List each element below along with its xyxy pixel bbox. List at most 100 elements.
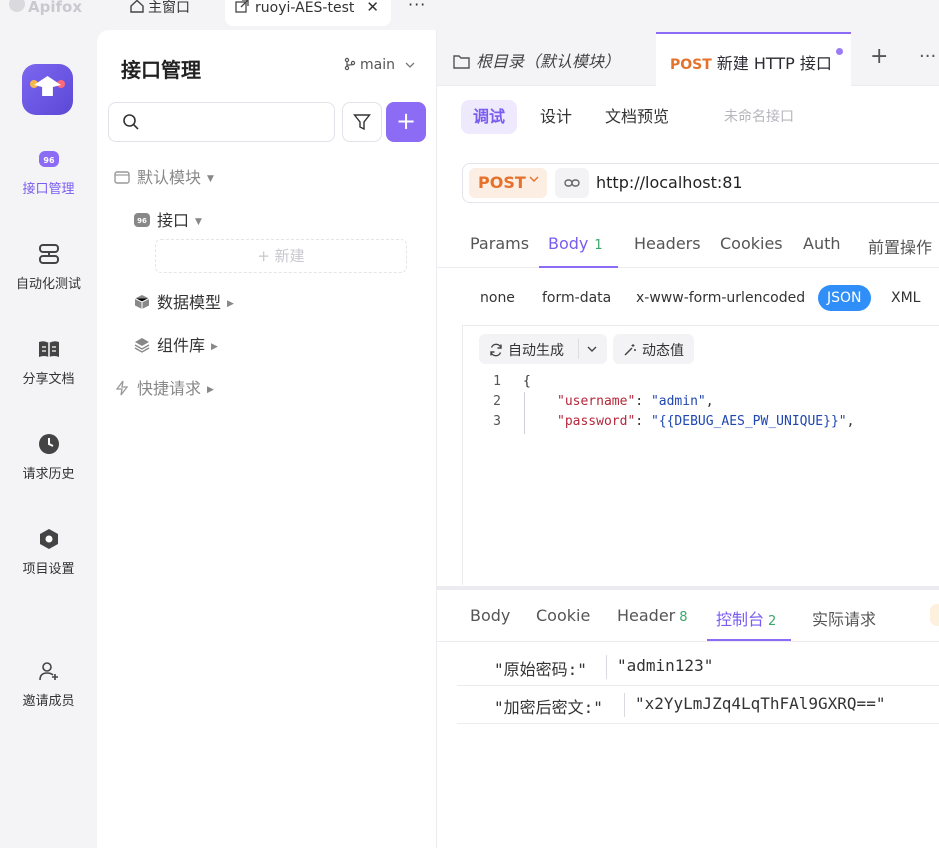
tab-new-http-api[interactable]: POST 新建 HTTP 接口 (656, 32, 851, 87)
home-tab[interactable]: 主窗口 (130, 0, 190, 17)
tab-response-header[interactable]: Header 8 (617, 606, 688, 625)
tab-params[interactable]: Params (470, 234, 529, 253)
tab-debug[interactable]: 调试 (461, 100, 518, 134)
add-user-icon (38, 662, 58, 681)
rail-item-project-settings[interactable]: 项目设置 (0, 528, 97, 577)
chevron-down-icon (587, 346, 597, 352)
apifox-logo (9, 0, 25, 12)
tab-headers[interactable]: Headers (634, 234, 701, 253)
json-key: "username" (557, 394, 636, 409)
body-type-json[interactable]: JSON (818, 285, 871, 311)
filter-button[interactable] (342, 102, 382, 142)
branch-selector[interactable]: main (344, 57, 415, 73)
overflow-indicator[interactable] (930, 604, 939, 626)
rail-item-invite[interactable]: 邀请成员 (0, 660, 97, 709)
nav-rail: 96 接口管理 自动化测试 分享文档 请求历史 项目设置 邀请成员 (0, 30, 97, 848)
body-type-xml[interactable]: XML (891, 290, 920, 306)
code-line: "username": "admin", (557, 394, 714, 409)
search-icon (123, 114, 139, 130)
auto-generate-button[interactable]: 自动生成 (479, 334, 607, 364)
tab-cookies[interactable]: Cookies (720, 234, 783, 253)
tab-body-label: Body (548, 234, 589, 253)
home-icon (130, 0, 144, 13)
refresh-icon (490, 343, 502, 357)
console-key: "加密后密文:" (494, 698, 603, 717)
link-icon[interactable] (555, 168, 589, 198)
indent-guide (524, 392, 525, 434)
close-icon[interactable]: ✕ (366, 0, 379, 16)
svg-text:96: 96 (137, 217, 147, 225)
branch-name: main (360, 57, 395, 73)
api-icon: 96 (38, 151, 59, 167)
tab-title: 新建 HTTP 接口 (716, 54, 832, 73)
tab-console[interactable]: 控制台 2 (716, 606, 776, 630)
url-bar: POST http://localhost:81 (462, 163, 939, 203)
tree-item-components[interactable]: 组件库 ▶ (134, 332, 218, 356)
svg-text:96: 96 (43, 156, 55, 165)
search-input[interactable] (108, 102, 335, 142)
api-name-field[interactable]: 未命名接口 (724, 100, 794, 134)
column-separator (624, 693, 625, 717)
tab-auth[interactable]: Auth (803, 234, 841, 253)
rail-item-share-docs[interactable]: 分享文档 (0, 338, 97, 387)
cube-icon (134, 295, 150, 309)
tab-response-body[interactable]: Body (470, 606, 510, 625)
tab-root[interactable]: 根目录（默认模块） (453, 48, 620, 72)
json-colon: : (635, 394, 651, 409)
tab-body[interactable]: Body 1 (548, 234, 603, 253)
rail-item-label: 请求历史 (22, 467, 75, 482)
magic-wand-icon (624, 344, 636, 356)
project-tab[interactable]: ruoyi-AES-test ✕ (225, 0, 391, 26)
method-select[interactable]: POST (469, 168, 547, 198)
add-button[interactable]: + (386, 102, 426, 142)
new-tab-button[interactable]: + (870, 44, 888, 69)
json-value: "admin" (650, 394, 706, 409)
chevron-down-icon (529, 176, 539, 182)
json-key: "password" (557, 414, 636, 429)
more-icon[interactable]: ··· (919, 46, 936, 67)
json-editor[interactable]: 自动生成 动态值 1 2 3 { "username": "admin", "p… (462, 325, 939, 585)
lightning-icon (115, 380, 129, 396)
tree-label: 数据模型 (157, 293, 222, 312)
external-link-icon (235, 0, 249, 13)
tab-actual-request[interactable]: 实际请求 (812, 606, 876, 630)
layers-icon (134, 338, 150, 353)
project-logo[interactable] (22, 64, 73, 115)
url-input[interactable]: http://localhost:81 (596, 173, 743, 192)
rail-item-history[interactable]: 请求历史 (0, 433, 97, 482)
new-api-button[interactable]: + 新建 (155, 239, 407, 273)
rail-item-label: 项目设置 (22, 562, 75, 577)
rail-item-automation[interactable]: 自动化测试 (0, 243, 97, 292)
line-number: 2 (493, 394, 501, 409)
header-count-badge: 8 (679, 610, 688, 625)
tab-design[interactable]: 设计 (540, 100, 572, 134)
tab-response-cookie[interactable]: Cookie (536, 606, 590, 625)
dynamic-value-button[interactable]: 动态值 (613, 334, 694, 364)
home-tab-label: 主窗口 (148, 0, 190, 16)
console-value: "admin123" (617, 656, 714, 675)
console-log-row: "加密后密文:" "x2YyLmJZq4LqThFAl9GXRQ==" (457, 686, 939, 724)
more-icon[interactable]: ··· (408, 0, 426, 14)
json-comma: , (846, 414, 855, 429)
panel-title: 接口管理 (121, 58, 201, 82)
tree-label: 接口 (157, 211, 190, 230)
filter-icon (353, 114, 371, 131)
body-type-urlencoded[interactable]: x-www-form-urlencoded (636, 290, 805, 306)
tab-pre-processors[interactable]: 前置操作 (868, 234, 932, 258)
tab-method: POST (670, 57, 712, 73)
rail-item-label: 自动化测试 (15, 277, 81, 292)
body-type-form-data[interactable]: form-data (542, 290, 611, 306)
tree-item-default-module[interactable]: 默认模块 ▼ (114, 164, 214, 188)
rail-item-api-management[interactable]: 96 接口管理 (0, 148, 97, 197)
project-tab-label: ruoyi-AES-test (255, 0, 355, 16)
tree-item-api-folder[interactable]: 96 接口 ▼ (134, 207, 202, 231)
response-tabs: Body Cookie Header 8 控制台 2 实际请求 (437, 590, 939, 642)
tree-item-data-models[interactable]: 数据模型 ▶ (134, 289, 234, 313)
caret-right-icon: ▶ (211, 342, 218, 352)
tree-item-quick-request[interactable]: 快捷请求 ▶ (114, 375, 214, 399)
tab-label: 控制台 (716, 610, 765, 629)
body-type-none[interactable]: none (480, 290, 515, 306)
dynamic-value-label: 动态值 (642, 343, 684, 359)
tab-doc-preview[interactable]: 文档预览 (605, 100, 669, 134)
rail-item-label: 接口管理 (22, 182, 75, 197)
